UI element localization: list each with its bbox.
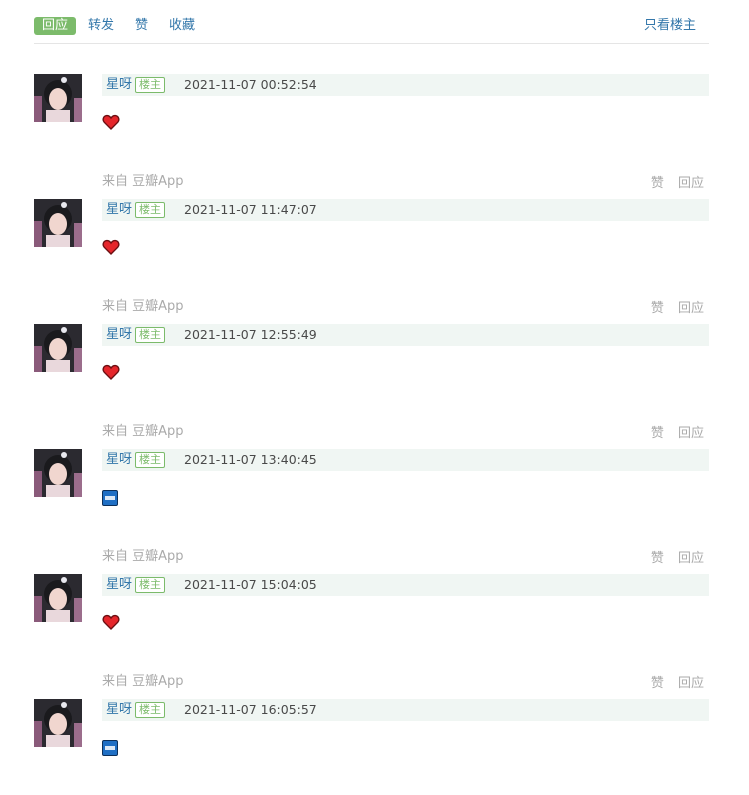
- op-badge: 楼主: [135, 452, 165, 468]
- up-icon: [102, 738, 120, 756]
- comment-time: 2021-11-07 13:40:45: [184, 452, 317, 467]
- comment-time: 2021-11-07 15:04:05: [184, 577, 317, 592]
- comment-meta: 星呀 楼主 2021-11-07 00:52:54: [102, 74, 709, 96]
- reply-button[interactable]: 回应: [34, 17, 76, 35]
- comment-time: 2021-11-07 12:55:49: [184, 327, 317, 342]
- heart-icon: [102, 238, 120, 256]
- author-name[interactable]: 星呀: [106, 324, 132, 346]
- up-icon: [102, 488, 120, 506]
- heart-icon: [102, 363, 120, 381]
- op-badge: 楼主: [135, 702, 165, 718]
- source-label: 来自 豆瓣App: [102, 424, 184, 439]
- comment-item: 星呀 楼主 2021-11-07 15:04:05 来自 豆瓣App 赞 回应: [34, 574, 709, 699]
- comment-ops: 赞 回应: [641, 547, 704, 566]
- comment-ops: 赞 回应: [641, 422, 704, 441]
- op-badge: 楼主: [135, 77, 165, 93]
- comment-item: 星呀 楼主 2021-11-07 13:40:45 来自 豆瓣App 赞 回应: [34, 449, 709, 574]
- author-name[interactable]: 星呀: [106, 699, 132, 721]
- author-name[interactable]: 星呀: [106, 574, 132, 596]
- comment-like-button[interactable]: 赞: [651, 676, 664, 691]
- source-label: 来自 豆瓣App: [102, 174, 184, 189]
- comment-like-button[interactable]: 赞: [651, 301, 664, 316]
- comment-reply-button[interactable]: 回应: [678, 551, 704, 566]
- op-badge: 楼主: [135, 327, 165, 343]
- comment-item: 星呀 楼主 2021-11-07 11:47:07 来自 豆瓣App 赞 回应: [34, 199, 709, 324]
- author-name[interactable]: 星呀: [106, 199, 132, 221]
- like-button[interactable]: 赞: [135, 17, 148, 35]
- comment-reply-button[interactable]: 回应: [678, 426, 704, 441]
- comment-item: 星呀 楼主 2021-11-07 16:05:57: [34, 699, 709, 779]
- collect-button[interactable]: 收藏: [169, 17, 195, 35]
- comment-meta: 星呀 楼主 2021-11-07 15:04:05: [102, 574, 709, 596]
- comment-meta: 星呀 楼主 2021-11-07 12:55:49: [102, 324, 709, 346]
- source-label: 来自 豆瓣App: [102, 299, 184, 314]
- only-op-link[interactable]: 只看楼主: [644, 17, 696, 35]
- avatar[interactable]: [34, 324, 82, 372]
- comment-ops: 赞 回应: [641, 297, 704, 316]
- comment-reply-button[interactable]: 回应: [678, 176, 704, 191]
- avatar[interactable]: [34, 199, 82, 247]
- comment-item: 星呀 楼主 2021-11-07 00:52:54 来自 豆瓣App 赞 回应: [34, 74, 709, 199]
- comment-ops: 赞 回应: [641, 672, 704, 691]
- avatar[interactable]: [34, 74, 82, 122]
- forward-button[interactable]: 转发: [88, 17, 114, 35]
- avatar[interactable]: [34, 449, 82, 497]
- author-name[interactable]: 星呀: [106, 449, 132, 471]
- comment-like-button[interactable]: 赞: [651, 176, 664, 191]
- source-label: 来自 豆瓣App: [102, 549, 184, 564]
- avatar[interactable]: [34, 699, 82, 747]
- source-label: 来自 豆瓣App: [102, 674, 184, 689]
- comment-reply-button[interactable]: 回应: [678, 676, 704, 691]
- comment-time: 2021-11-07 11:47:07: [184, 202, 317, 217]
- comment-meta: 星呀 楼主 2021-11-07 11:47:07: [102, 199, 709, 221]
- author-name[interactable]: 星呀: [106, 74, 132, 96]
- op-badge: 楼主: [135, 202, 165, 218]
- post-action-bar: 回应 转发 赞 收藏 只看楼主: [34, 17, 709, 44]
- comment-like-button[interactable]: 赞: [651, 551, 664, 566]
- op-badge: 楼主: [135, 577, 165, 593]
- heart-icon: [102, 613, 120, 631]
- avatar[interactable]: [34, 574, 82, 622]
- comment-like-button[interactable]: 赞: [651, 426, 664, 441]
- comment-time: 2021-11-07 00:52:54: [184, 77, 317, 92]
- comment-meta: 星呀 楼主 2021-11-07 16:05:57: [102, 699, 709, 721]
- comment-reply-button[interactable]: 回应: [678, 301, 704, 316]
- comment-ops: 赞 回应: [641, 172, 704, 191]
- comment-time: 2021-11-07 16:05:57: [184, 702, 317, 717]
- comment-meta: 星呀 楼主 2021-11-07 13:40:45: [102, 449, 709, 471]
- comment-item: 星呀 楼主 2021-11-07 12:55:49 来自 豆瓣App 赞 回应: [34, 324, 709, 449]
- heart-icon: [102, 113, 120, 131]
